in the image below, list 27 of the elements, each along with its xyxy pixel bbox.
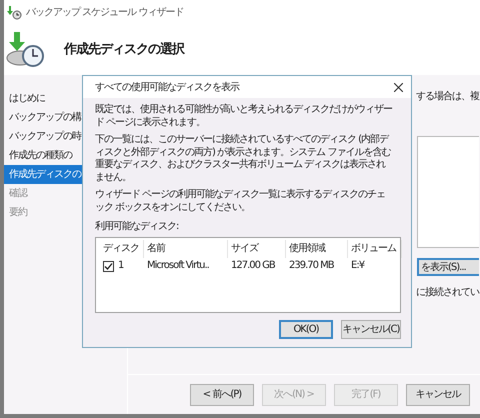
table-cell-text: 1 <box>118 259 124 273</box>
instruction-text: ウィザード ページの利用可能なディスク一覧に表示するディスクのチェック ボックスをオンにしてください。 <box>95 189 386 214</box>
column-header: 名前 <box>144 240 228 258</box>
column-header: 使用領域 <box>286 240 348 258</box>
column-header: サイズ <box>228 240 286 258</box>
table-cell-text: 239.70 MB <box>288 259 335 273</box>
dialog-button[interactable]: OK(O) <box>279 320 333 339</box>
table-cell-text: 127.00 GB <box>230 259 276 273</box>
close-icon[interactable] <box>394 82 403 92</box>
backup-disk-clock-icon <box>6 32 44 68</box>
description-text: する場合は、複 <box>416 90 479 104</box>
wizard-button[interactable]: キャンセル <box>406 384 470 406</box>
instruction-text: 既定では、使用される可能性が高いと考えられるディスクだけがウィザード ページに表示されます。 <box>95 104 394 129</box>
app-icon <box>6 6 22 20</box>
list-label: 利用可能なディスク: <box>95 220 180 234</box>
window-title: バックアップ スケジュール ウィザード <box>26 6 184 20</box>
dialog-title: すべての使用可能なディスクを表示 <box>95 80 239 94</box>
column-header: ディスク <box>100 240 144 258</box>
description-text: に接続されてい <box>416 286 479 300</box>
show-all-button[interactable]: を表示(S)... <box>417 258 479 276</box>
disk-checkbox[interactable] <box>103 260 114 272</box>
page-title: 作成先ディスクの選択 <box>64 41 184 60</box>
column-header: ボリューム <box>348 240 402 258</box>
table-cell-text: E:¥ <box>350 259 366 273</box>
table-cell-text: Microsoft Virtu.. <box>146 259 210 273</box>
dialog-button[interactable]: キャンセル(C) <box>341 320 401 339</box>
wizard-button[interactable]: < 前へ(P) <box>190 384 254 406</box>
